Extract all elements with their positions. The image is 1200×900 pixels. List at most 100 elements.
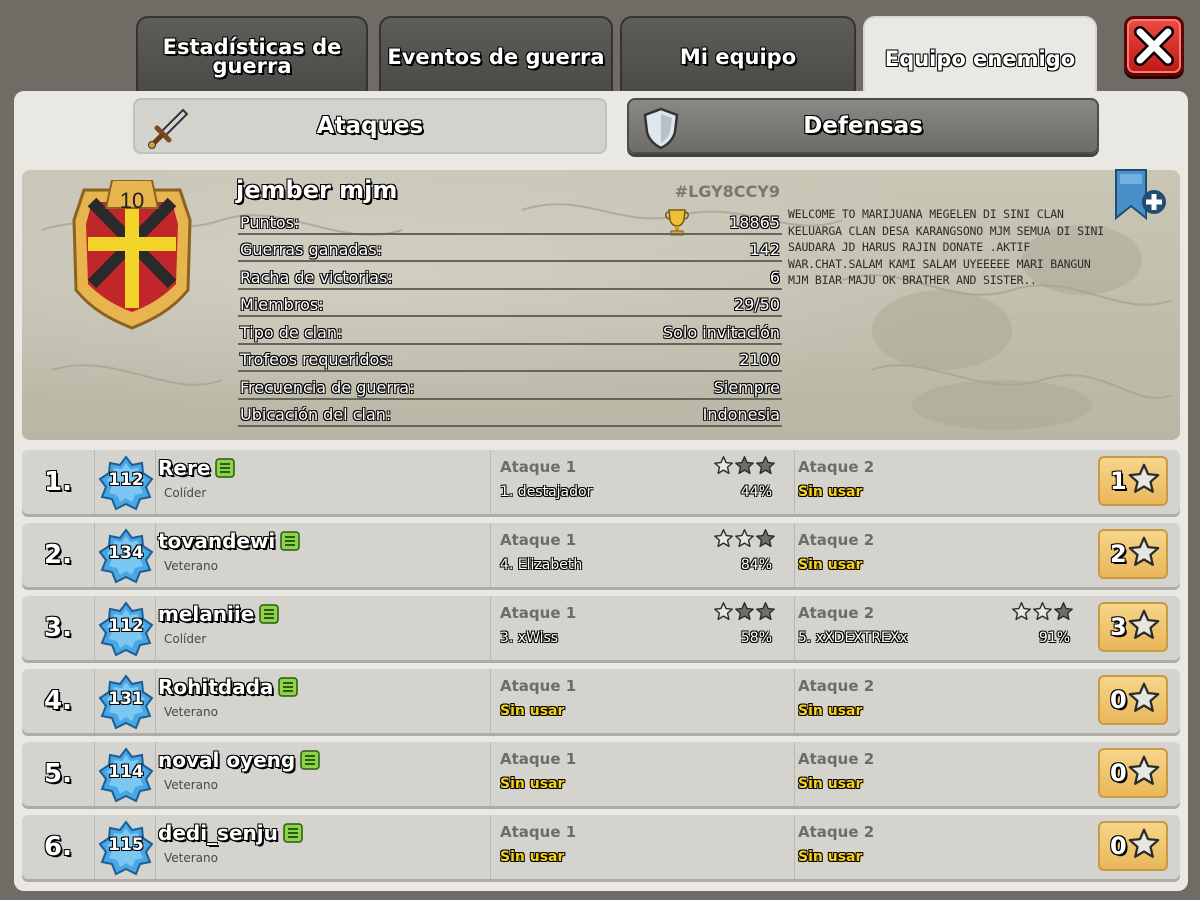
attack-label: Ataque 1 — [500, 823, 577, 841]
attack-stars — [713, 601, 776, 626]
member-row[interactable]: 6. 115 dedi_senju Veterano Ataque 1 Sin … — [22, 815, 1180, 879]
member-rank: 4. — [22, 669, 95, 733]
attack-1[interactable]: Ataque 1 Sin usar — [498, 815, 795, 879]
war-base-icon — [278, 677, 299, 697]
clan-name: jember mjm — [236, 176, 398, 204]
member-row[interactable]: 5. 114 noval oyeng Veterano Ataque 1 Sin… — [22, 742, 1180, 806]
defenses-label: Defensas — [803, 113, 923, 139]
attack-2[interactable]: Ataque 2 Sin usar — [796, 523, 1092, 587]
total-stars-badge: 3 — [1098, 602, 1168, 652]
star-icon — [1127, 681, 1161, 719]
defenses-button[interactable]: Defensas — [627, 98, 1099, 154]
total-stars: 2 — [1110, 540, 1127, 568]
member-info[interactable]: Rohitdada Veterano — [155, 669, 491, 733]
member-role: Colíder — [164, 632, 207, 646]
attack-1[interactable]: Ataque 1 3. xWiss 58% — [498, 596, 795, 660]
total-stars: 0 — [1110, 832, 1127, 860]
member-name: noval oyeng — [158, 748, 296, 772]
bookmark-add-icon[interactable] — [1112, 168, 1172, 228]
attack-1[interactable]: Ataque 1 Sin usar — [498, 742, 795, 806]
attack-2[interactable]: Ataque 2 Sin usar — [796, 450, 1092, 514]
member-row[interactable]: 3. 112 melaniie Colíder Ataque 1 3. xWis… — [22, 596, 1180, 660]
star-icon — [1127, 462, 1161, 500]
clan-stat-row: Miembros: 29/50 — [238, 290, 782, 317]
member-info[interactable]: Rere Colíder — [155, 450, 491, 514]
star-icon — [1127, 608, 1161, 646]
member-role: Veterano — [164, 778, 218, 792]
attack-target: Sin usar — [798, 776, 863, 792]
member-role: Veterano — [164, 851, 218, 865]
clan-stat-label: Frecuencia de guerra: — [240, 377, 415, 397]
member-info[interactable]: dedi_senju Veterano — [155, 815, 491, 879]
attack-label: Ataque 1 — [500, 604, 577, 622]
clan-stat-label: Trofeos requeridos: — [240, 350, 394, 369]
attack-target: Sin usar — [798, 557, 863, 573]
tab-war-stats[interactable]: Estadísticas de guerra — [136, 16, 368, 96]
member-row[interactable]: 4. 131 Rohitdada Veterano Ataque 1 Sin u… — [22, 669, 1180, 733]
attack-1[interactable]: Ataque 1 Sin usar — [498, 669, 795, 733]
xp-level: 134 — [108, 543, 144, 563]
close-button[interactable] — [1124, 16, 1184, 76]
xp-level: 112 — [108, 470, 144, 490]
clan-stat-value: Solo invitación — [662, 322, 780, 342]
war-base-icon — [300, 750, 320, 770]
war-base-icon — [280, 531, 301, 551]
clan-stat-row: Frecuencia de guerra: Siempre — [238, 372, 782, 400]
clan-stat-label: Puntos: — [240, 212, 300, 232]
xp-level: 112 — [108, 616, 144, 636]
member-list: 1. 112 Rere Colíder Ataque 1 1. destajad… — [22, 450, 1180, 888]
attack-target: Sin usar — [500, 776, 565, 792]
total-stars: 0 — [1110, 759, 1127, 787]
attack-2[interactable]: Ataque 2 5. xXDEXTREXx 91% — [796, 596, 1092, 660]
clan-stat-label: Ubicación del clan: — [240, 405, 392, 424]
member-row[interactable]: 1. 112 Rere Colíder Ataque 1 1. destajad… — [22, 450, 1180, 514]
sword-icon — [147, 106, 191, 156]
tab-war-events[interactable]: Eventos de guerra — [379, 16, 613, 96]
star-icon — [1127, 754, 1161, 792]
total-stars: 3 — [1110, 613, 1127, 641]
star-empty-icon — [734, 601, 755, 626]
star-earned-icon — [734, 528, 755, 553]
tab-enemy-team[interactable]: Equipo enemigo — [863, 16, 1097, 100]
top-tabs: Estadísticas de guerra Eventos de guerra… — [136, 16, 1098, 100]
member-role: Veterano — [164, 705, 218, 719]
total-stars: 0 — [1110, 686, 1127, 714]
attack-target: 3. xWiss — [500, 630, 559, 646]
attack-label: Ataque 1 — [500, 458, 577, 476]
member-role: Veterano — [164, 559, 218, 573]
attack-stars — [713, 455, 776, 480]
attack-1[interactable]: Ataque 1 1. destajador 44% — [498, 450, 795, 514]
member-name: melaniie — [158, 602, 255, 626]
clan-stat-value: 6 — [769, 267, 780, 287]
total-stars-badge: 1 — [1098, 456, 1168, 506]
clan-description: WELCOME TO MARIJUANA MEGELEN DI SINI CLA… — [788, 207, 1105, 287]
attack-target: 1. destajador — [500, 484, 593, 500]
star-earned-icon — [713, 455, 734, 480]
attack-label: Ataque 2 — [798, 823, 875, 841]
clan-stat-row: Ubicación del clan: Indonesia — [238, 400, 782, 427]
member-row[interactable]: 2. 134 tovandewi Veterano Ataque 1 4. El… — [22, 523, 1180, 587]
tab-my-team[interactable]: Mi equipo — [620, 16, 856, 96]
member-info[interactable]: melaniie Colíder — [155, 596, 491, 660]
clan-stat-row: Guerras ganadas: 142 — [238, 235, 782, 262]
attack-2[interactable]: Ataque 2 Sin usar — [796, 815, 1092, 879]
attack-percent: 91% — [1038, 630, 1070, 646]
attack-stars — [1011, 601, 1074, 626]
shield-icon — [641, 106, 681, 156]
attack-1[interactable]: Ataque 1 4. Elizabeth 84% — [498, 523, 795, 587]
member-info[interactable]: tovandewi Veterano — [155, 523, 491, 587]
star-empty-icon — [755, 455, 776, 480]
clan-stat-value: 29/50 — [733, 295, 780, 314]
star-empty-icon — [755, 528, 776, 553]
attack-label: Ataque 2 — [798, 604, 875, 622]
member-info[interactable]: noval oyeng Veterano — [155, 742, 491, 806]
member-name: Rohitdada — [158, 675, 274, 699]
attacks-button[interactable]: Ataques — [133, 98, 607, 154]
clan-stat-row: Puntos: 18865 — [238, 207, 782, 235]
attack-2[interactable]: Ataque 2 Sin usar — [796, 669, 1092, 733]
clan-tag: #LGY8CCY9 — [674, 182, 780, 201]
total-stars-badge: 0 — [1098, 748, 1168, 798]
war-base-icon — [215, 458, 236, 478]
attack-2[interactable]: Ataque 2 Sin usar — [796, 742, 1092, 806]
clan-stat-row: Trofeos requeridos: 2100 — [238, 345, 782, 372]
